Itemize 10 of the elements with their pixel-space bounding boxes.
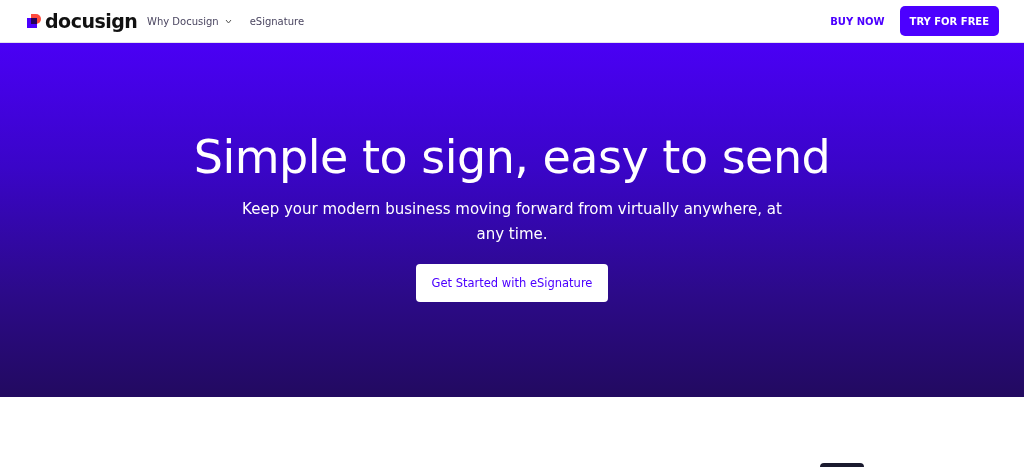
nav-link[interactable]: eSignature [249,15,305,27]
logo-text[interactable]: docusign [45,10,138,32]
hero-subtitle: Keep your modern business moving forward from virtually anywhere, at any time. [241,199,783,245]
nav-dropdown[interactable]: Why Docusign [147,15,232,27]
try-free-button[interactable]: TRY FOR FREE [899,6,999,36]
buy-now-link[interactable]: BUY NOW [830,15,885,27]
hero-title: Simple to sign, easy to send [193,129,831,186]
dark-shape [820,463,864,467]
logo-icon [27,14,41,28]
get-started-button[interactable]: Get Started with eSignature [415,264,609,302]
